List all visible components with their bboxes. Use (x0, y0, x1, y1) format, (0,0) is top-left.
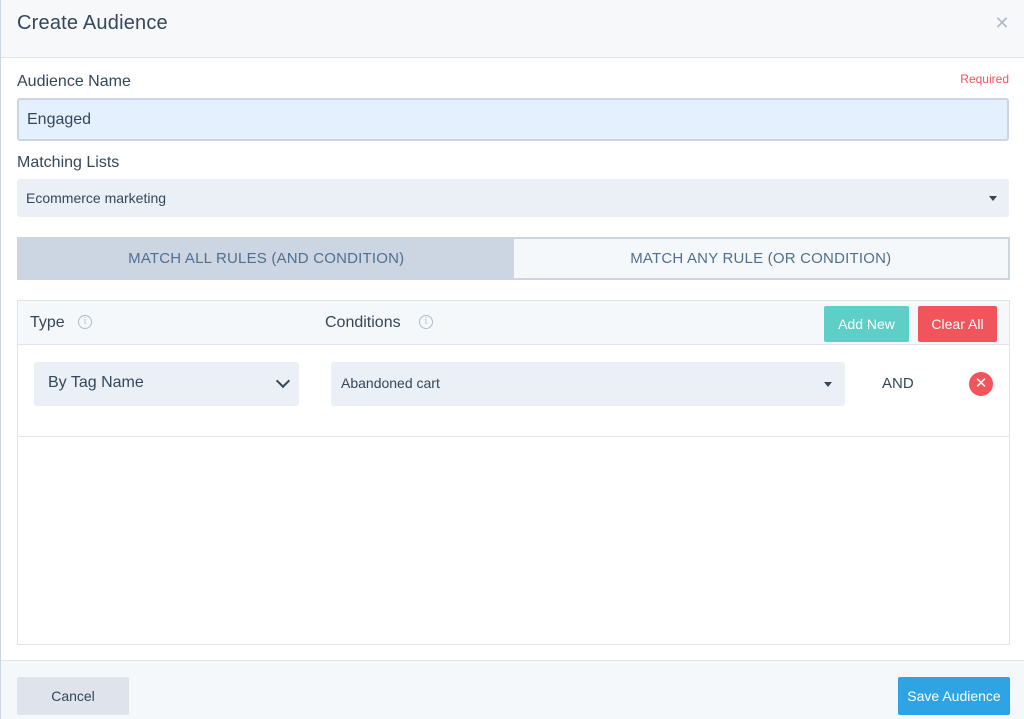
required-label: Required (960, 72, 1009, 86)
modal-footer: Cancel Save Audience (1, 660, 1024, 719)
match-any-option[interactable]: MATCH ANY RULE (OR CONDITION) (514, 239, 1009, 278)
matching-lists-label: Matching Lists (17, 154, 120, 171)
rule-type-select[interactable]: By Tag Name (34, 362, 299, 406)
chevron-down-icon (275, 373, 291, 389)
info-icon[interactable]: i (419, 315, 433, 329)
match-all-option[interactable]: MATCH ALL RULES (AND CONDITION) (19, 239, 514, 278)
modal-header: Create Audience ✕ (1, 0, 1024, 58)
audience-name-input[interactable] (17, 98, 1009, 141)
caret-down-icon (824, 382, 832, 387)
type-column-label: Type (30, 314, 65, 331)
rules-header: Type i Conditions i Add New Clear All (18, 301, 1009, 345)
caret-down-icon (989, 196, 997, 201)
clear-all-button[interactable]: Clear All (918, 306, 997, 342)
matching-lists-select[interactable]: Ecommerce marketing (17, 179, 1009, 217)
conditions-column-label: Conditions (325, 314, 401, 331)
cancel-button[interactable]: Cancel (17, 677, 129, 715)
match-mode-toggle: MATCH ALL RULES (AND CONDITION) MATCH AN… (17, 237, 1010, 280)
audience-name-label: Audience Name (17, 73, 131, 90)
rule-type-value: By Tag Name (48, 374, 144, 391)
rule-condition-value: Abandoned cart (341, 375, 440, 391)
modal-title: Create Audience (17, 12, 168, 34)
matching-lists-value: Ecommerce marketing (26, 190, 167, 206)
rules-panel: Type i Conditions i Add New Clear All By… (17, 300, 1010, 645)
add-new-button[interactable]: Add New (824, 306, 909, 342)
create-audience-modal: Create Audience ✕ Audience Name Required… (0, 0, 1024, 719)
close-icon[interactable]: ✕ (993, 14, 1011, 32)
save-audience-button[interactable]: Save Audience (898, 677, 1010, 715)
rule-row: By Tag Name Abandoned cart AND ✕ (18, 346, 1009, 437)
rule-operator: AND (882, 375, 914, 392)
remove-rule-icon[interactable]: ✕ (969, 372, 993, 396)
info-icon[interactable]: i (78, 315, 92, 329)
rule-condition-select[interactable]: Abandoned cart (331, 362, 845, 406)
